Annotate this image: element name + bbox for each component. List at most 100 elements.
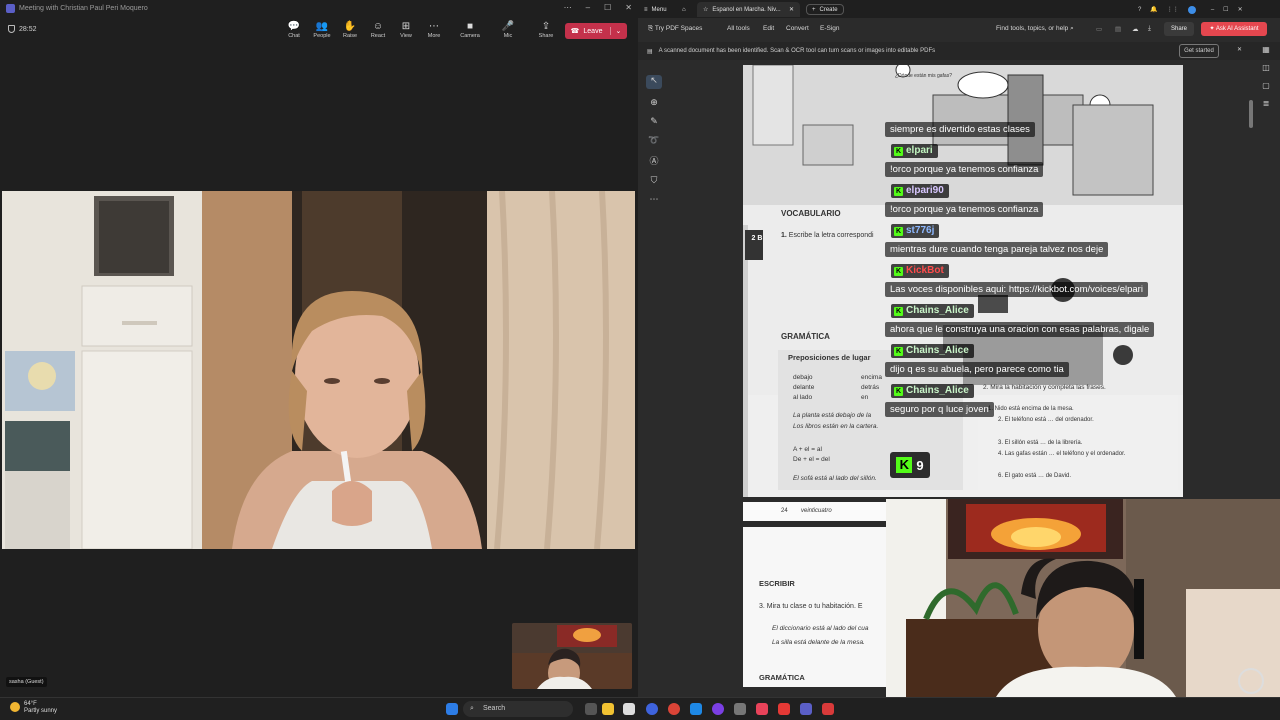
app-icon[interactable] [756,703,768,715]
esign-button[interactable]: E-Sign [820,25,840,32]
notepad-icon[interactable] [623,703,635,715]
menu-button[interactable]: ≡ Menu [644,2,667,17]
home-icon[interactable]: ⌂ [682,2,686,17]
viewer-count: 9 [916,457,924,473]
prep-title: Preposiciones de lugar [788,353,871,362]
text-select-icon[interactable]: Ⓐ [649,154,658,167]
chat-username-text: KickBot [906,265,944,276]
get-started-button[interactable]: Get started [1179,44,1219,58]
chat-message: ahora que le construya una oracion con e… [885,322,1155,337]
more-options-icon[interactable]: ⋯ [564,3,572,12]
share-button[interactable]: ⇪ Share [533,20,559,39]
start-icon[interactable] [446,703,458,715]
settings-icon[interactable] [734,703,746,715]
download-icon[interactable]: ⤓ [1148,25,1151,33]
thumbnails-icon[interactable]: ▦ [1262,45,1270,54]
browser-tab-bar: ≡ Menu ⌂ ☆ Espanol en Marcha. Niv... ✕ +… [638,0,1280,18]
stamp-icon[interactable]: ⛉ [651,175,658,186]
contraction-al: A + el = al [793,446,822,453]
pen-icon[interactable]: ✎ [650,116,658,127]
more-button[interactable]: ⋯ More [421,20,447,39]
more-tools-icon[interactable]: ⋯ [650,194,659,205]
convert-button[interactable]: Convert [786,25,809,32]
chrome-icon[interactable] [668,703,680,715]
help-icon[interactable]: ? [1138,7,1141,13]
apps-icon[interactable]: ⋮⋮ [1167,6,1179,13]
profile-avatar[interactable] [1187,5,1196,14]
pdf-scrollbar[interactable] [1249,100,1253,128]
share-button[interactable]: Share [1164,22,1194,36]
minimize-icon[interactable]: – [586,3,590,12]
pdf-spaces-button[interactable]: ⎘ Try PDF Spaces [648,25,702,33]
banner-text: A scanned document has been identified. … [658,48,936,54]
find-label: Find tools, topics, or help [996,25,1069,32]
prep-item: detrás [861,384,880,391]
weather-widget[interactable]: 64°F Partly sunny [10,701,57,715]
layers-icon[interactable]: ≣ [1263,99,1270,108]
lightroom-icon[interactable] [690,703,702,715]
save-icon[interactable]: ▭ [1096,25,1102,33]
obs-icon[interactable] [822,703,834,715]
chat-username[interactable]: K Chains_Alice [891,344,974,358]
maximize-icon[interactable]: ☐ [1223,6,1228,13]
view-button[interactable]: ⊞ View [393,20,419,39]
chat-button[interactable]: 💬 Chat [281,20,307,39]
browser-icon[interactable] [646,703,658,715]
camera-button[interactable]: ■ Camera [457,20,483,39]
chat-username[interactable]: K Chains_Alice [891,384,974,398]
lasso-icon[interactable]: ➰ [648,135,659,146]
share-label: Share [538,33,554,39]
chat-username-text: elpari [906,145,933,156]
chat-username[interactable]: Kelpari [891,144,938,158]
chat-username[interactable]: Kelpari90 [891,184,949,198]
app-icon[interactable] [712,703,724,715]
acrobat-icon[interactable] [778,703,790,715]
p2-line: La silla está delante de la mesa. [772,639,865,646]
chevron-down-icon[interactable]: ⌄ [610,27,621,35]
cloud-icon[interactable]: ☁ [1132,25,1139,33]
find-tools-search[interactable]: Find tools, topics, or help ⌕ [996,25,1074,33]
tab-active-document[interactable]: ☆ Espanol en Marcha. Niv... ✕ [697,2,800,17]
react-button[interactable]: ☺ React [365,20,391,39]
edit-button[interactable]: Edit [763,25,774,32]
chat-badge-icon: K [894,186,903,196]
chat-username[interactable]: K Chains_Alice [891,304,974,318]
exercise-1: 1. Escribe la letra correspondi [781,232,874,239]
phone-hangup-icon: ☎ [570,28,580,35]
task-view-icon[interactable] [585,703,597,715]
raise-button[interactable]: ✋ Raise [337,20,363,39]
select-cursor-icon[interactable]: ↖ [646,75,662,89]
people-button[interactable]: 👥 People [309,20,335,39]
file-explorer-icon[interactable] [602,703,614,715]
close-icon[interactable]: ✕ [1238,6,1243,13]
minimize-icon[interactable]: – [1211,7,1214,13]
chat-username[interactable]: K KickBot [891,264,949,278]
close-icon[interactable]: ✕ [625,3,632,12]
leave-button[interactable]: ☎ Leave ⌄ [565,23,627,39]
all-tools-button[interactable]: All tools [727,25,750,32]
mic-button[interactable]: 🎤 Mic [495,20,521,39]
zoom-icon[interactable]: ⊕ [650,97,658,108]
create-tab-button[interactable]: + Create [806,4,844,15]
bell-icon[interactable]: 🔔 [1150,6,1157,13]
taskbar-search[interactable]: ⌕ Search [463,701,573,717]
bookmark-icon[interactable]: ▢ [1262,81,1270,90]
comment-icon[interactable]: ◫ [1262,63,1270,72]
page-word: veinticuatro [801,508,832,514]
teams-icon[interactable] [800,703,812,715]
exercise-2: 2. Mira la habitación y completa las fra… [983,384,1106,391]
ask-ai-assistant-button[interactable]: ✦ Ask AI Assistant [1201,22,1267,36]
participant-video [2,191,635,549]
print-icon[interactable]: ▤ [1115,25,1121,33]
maximize-icon[interactable]: ☐ [604,3,611,12]
prep-item: al lado [793,394,813,401]
close-tab-icon[interactable]: ✕ [789,6,794,13]
exercise-sentence: 1. Nido está encima de la mesa. [988,406,1074,412]
prep-item: en [861,394,869,401]
share-icon: ⇪ [541,21,551,32]
exercise-sentence: 2. El teléfono está … del ordenador. [998,417,1094,423]
grammar-heading-2: GRAMÁTICA [759,673,805,682]
prep-example: Los libros están en la cartera. [793,423,879,430]
chat-username[interactable]: Kst776j [891,224,940,238]
close-banner-icon[interactable]: ✕ [1237,46,1242,53]
